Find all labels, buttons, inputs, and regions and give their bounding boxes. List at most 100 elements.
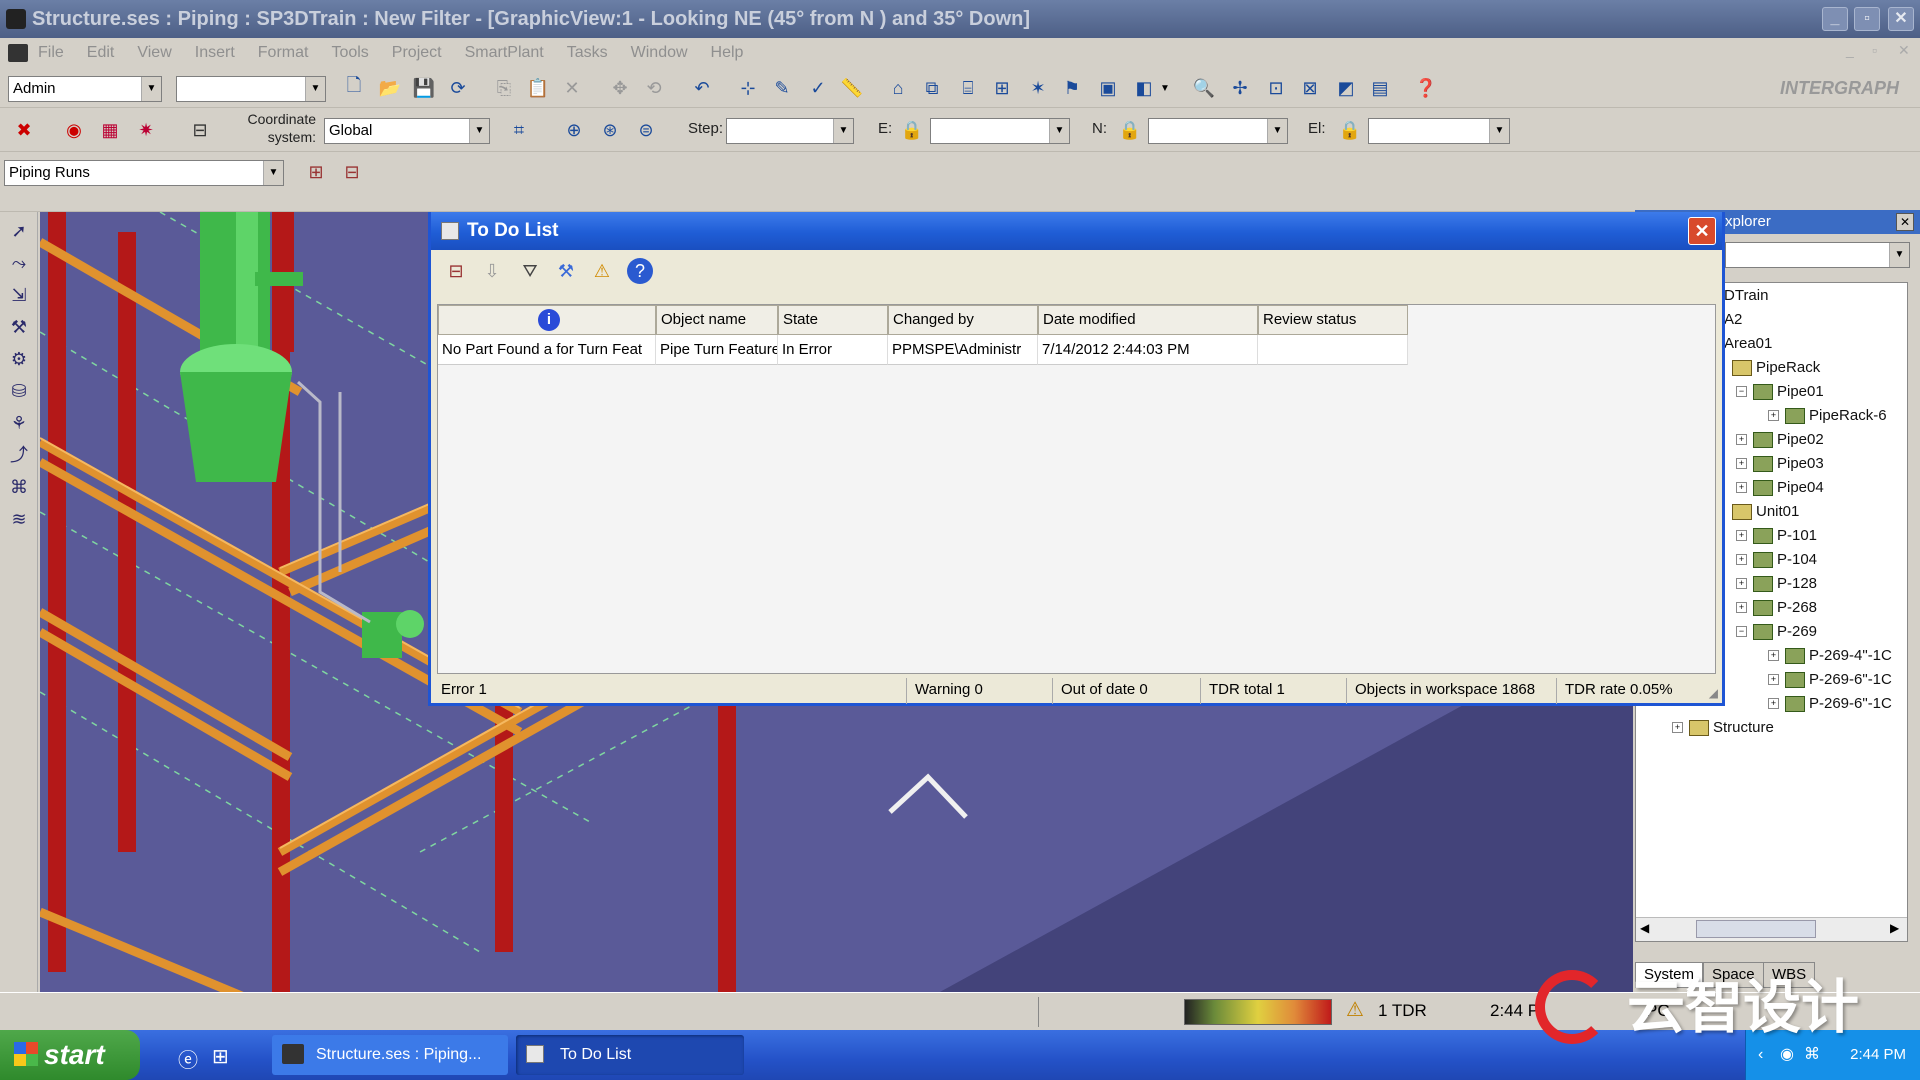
dialog-title-bar[interactable]: To Do List ✕ <box>431 212 1722 250</box>
menu-window[interactable]: Window <box>631 44 688 62</box>
open-icon[interactable]: 📂 <box>376 74 404 102</box>
tree-node[interactable]: + P-269-6"-1C <box>1768 695 1892 712</box>
start-button[interactable]: start <box>0 1030 140 1080</box>
menu-tasks[interactable]: Tasks <box>567 44 608 62</box>
column-header-state[interactable]: State <box>778 305 888 335</box>
route-tool-icon[interactable]: ✶ <box>1024 74 1052 102</box>
taskbar-item-todo[interactable]: To Do List <box>516 1035 744 1075</box>
step-combo[interactable]: ▼ <box>726 118 854 144</box>
measure-icon[interactable]: 📏 <box>838 74 866 102</box>
paste-icon[interactable]: 📋 <box>524 74 552 102</box>
properties-icon[interactable]: ⊟ <box>186 116 214 144</box>
tdr-count[interactable]: 1 TDR <box>1378 1001 1427 1021</box>
tree-node[interactable]: − P-269 <box>1736 623 1817 640</box>
chevron-down-icon[interactable]: ▼ <box>1158 74 1172 102</box>
tree-node[interactable]: + P-269-6"-1C <box>1768 671 1892 688</box>
mdi-close-button[interactable]: ✕ <box>1898 42 1910 59</box>
equipment-tool-icon[interactable]: ⊞ <box>988 74 1016 102</box>
update-icon[interactable]: ⇩ <box>477 256 507 286</box>
tree-node[interactable]: Unit01 <box>1732 503 1799 520</box>
expand-icon[interactable]: + <box>1736 482 1747 493</box>
tree-node[interactable]: + Pipe04 <box>1736 479 1824 496</box>
filter-combo[interactable]: ▼ <box>176 76 326 102</box>
maximize-button[interactable]: ▫ <box>1854 7 1880 31</box>
query-icon[interactable]: ◉ <box>60 116 88 144</box>
route-pipe-icon[interactable]: ⤳ <box>6 250 32 276</box>
expand-icon[interactable]: + <box>1768 410 1779 421</box>
tree-node[interactable]: + P-268 <box>1736 599 1817 616</box>
copy-icon[interactable]: ⎘ <box>490 74 518 102</box>
warning-filter-icon[interactable]: ⚠ <box>587 256 617 286</box>
tree-node[interactable]: DTrain <box>1724 287 1768 304</box>
insert-specialty-icon[interactable]: ⚒ <box>6 314 32 340</box>
tree-node[interactable]: + Pipe02 <box>1736 431 1824 448</box>
tree-node[interactable]: + Structure <box>1672 719 1774 736</box>
insert-split-icon[interactable]: ⚘ <box>6 410 32 436</box>
grid-icon[interactable]: ▦ <box>96 116 124 144</box>
todo-list-table[interactable]: i Object name State Changed by Date modi… <box>437 304 1716 674</box>
column-header-object-name[interactable]: Object name <box>656 305 778 335</box>
tree-node[interactable]: + Pipe03 <box>1736 455 1824 472</box>
lock-icon[interactable]: 🔒 <box>1116 116 1144 144</box>
scrollbar-thumb[interactable] <box>1696 920 1816 938</box>
pan-icon[interactable]: ✢ <box>1226 74 1254 102</box>
expand-icon[interactable]: + <box>1736 458 1747 469</box>
tree-node[interactable]: Area01 <box>1724 335 1772 352</box>
insert-component-icon[interactable]: ⇲ <box>6 282 32 308</box>
tree-node[interactable]: + P-104 <box>1736 551 1817 568</box>
pipe-tool-icon[interactable]: ⧉ <box>918 74 946 102</box>
table-cell-review-status[interactable] <box>1258 335 1408 365</box>
tree-node[interactable]: − Pipe01 <box>1736 383 1824 400</box>
menu-tools[interactable]: Tools <box>331 44 368 62</box>
table-cell-object-name[interactable]: Pipe Turn Feature <box>656 335 778 365</box>
expand-icon[interactable]: + <box>1736 578 1747 589</box>
view-style-icon[interactable]: ◧ <box>1130 74 1158 102</box>
coordinate-settings-icon[interactable]: ⌗ <box>505 116 533 144</box>
menu-format[interactable]: Format <box>258 44 309 62</box>
expand-icon[interactable]: + <box>1768 674 1779 685</box>
lock-icon[interactable]: 🔒 <box>898 116 926 144</box>
menu-edit[interactable]: Edit <box>87 44 115 62</box>
column-header-info[interactable]: i <box>438 305 656 335</box>
structure-tool-icon[interactable]: ⌸ <box>954 74 982 102</box>
expand-icon[interactable]: + <box>1736 602 1747 613</box>
taskbar-item-structure[interactable]: Structure.ses : Piping... <box>272 1035 508 1075</box>
collapse-icon[interactable]: − <box>1736 626 1747 637</box>
tree-node[interactable]: PipeRack <box>1732 359 1820 376</box>
permission-group-combo[interactable]: Admin ▼ <box>8 76 162 102</box>
stop-icon[interactable]: ✖ <box>10 116 38 144</box>
move-icon[interactable]: ✥ <box>606 74 634 102</box>
expand-icon[interactable]: + <box>1736 554 1747 565</box>
filter-icon[interactable]: ⛛ <box>515 256 545 286</box>
zoom-area-icon[interactable]: ⊡ <box>1262 74 1290 102</box>
collapse-icon[interactable]: − <box>1736 386 1747 397</box>
help-icon[interactable]: ? <box>627 258 653 284</box>
expand-icon[interactable]: + <box>1768 698 1779 709</box>
desktop-quicklaunch-icon[interactable]: ⊞ <box>212 1044 229 1069</box>
refresh-icon[interactable]: ⟳ <box>444 74 472 102</box>
horizontal-scrollbar[interactable]: ◀ ▶ <box>1636 917 1907 941</box>
zoom-icon[interactable]: 🔍 <box>1190 74 1218 102</box>
rotate-icon[interactable]: ⟲ <box>640 74 668 102</box>
expand-icon[interactable]: + <box>1672 722 1683 733</box>
pinpoint-icon[interactable]: ✷ <box>132 116 160 144</box>
table-cell-changed-by[interactable]: PPMSPE\Administr <box>888 335 1038 365</box>
close-window-button[interactable]: ✕ <box>1888 7 1914 31</box>
explorer-close-icon[interactable]: ✕ <box>1896 213 1914 231</box>
column-header-date-modified[interactable]: Date modified <box>1038 305 1258 335</box>
n-coordinate-combo[interactable]: ▼ <box>1148 118 1288 144</box>
filter-select-icon[interactable]: ⊟ <box>338 158 366 186</box>
mdi-minimize-button[interactable]: _ <box>1846 42 1854 58</box>
snap-3-icon[interactable]: ⊜ <box>632 116 660 144</box>
tree-node[interactable]: A2 <box>1724 311 1742 328</box>
connect-icon[interactable]: ⌘ <box>6 474 32 500</box>
scroll-left-icon[interactable]: ◀ <box>1640 921 1649 935</box>
flag-icon[interactable]: ⚑ <box>1058 74 1086 102</box>
spool-icon[interactable]: ≋ <box>6 506 32 532</box>
insert-instrument-icon[interactable]: ⛁ <box>6 378 32 404</box>
column-header-review-status[interactable]: Review status <box>1258 305 1408 335</box>
dialog-close-button[interactable]: ✕ <box>1688 217 1716 245</box>
save-icon[interactable]: 💾 <box>410 74 438 102</box>
expand-icon[interactable]: + <box>1736 530 1747 541</box>
insert-turn-icon[interactable]: ⤴ <box>6 442 32 468</box>
